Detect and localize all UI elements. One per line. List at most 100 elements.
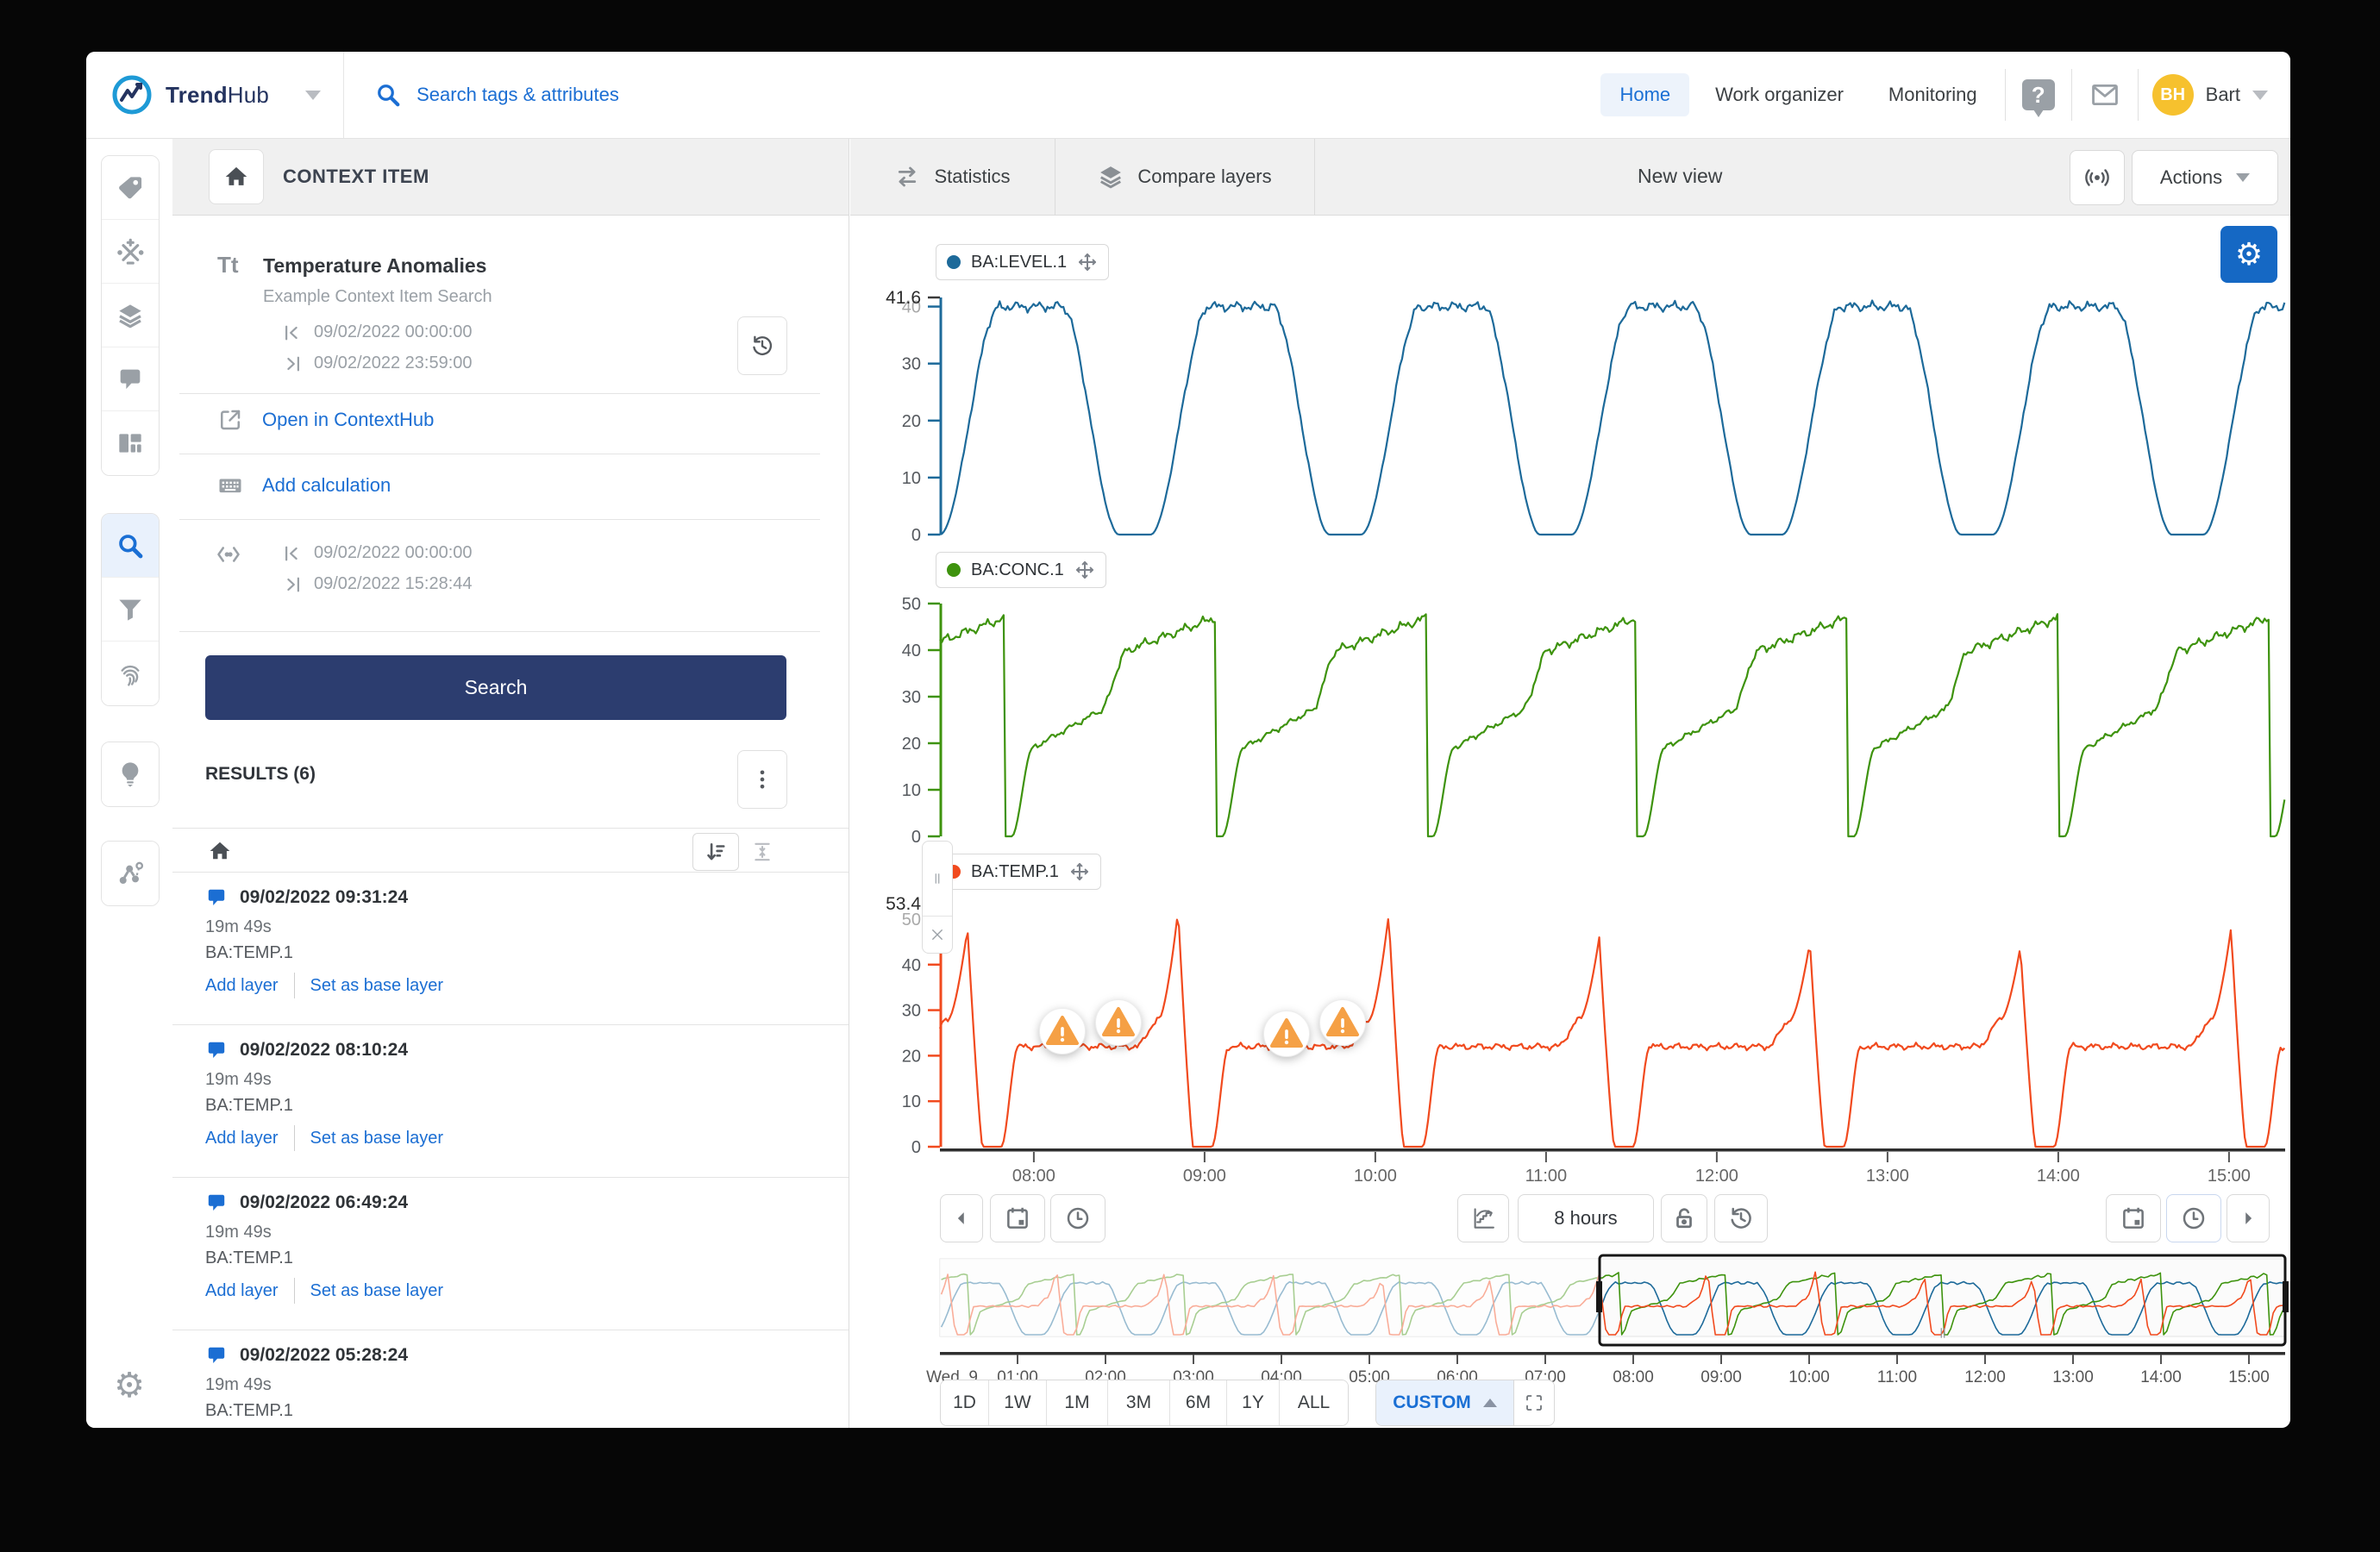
sort-button[interactable]: [692, 833, 739, 871]
rail-item-calculation[interactable]: [102, 220, 159, 284]
statistics-button[interactable]: Statistics: [850, 138, 1055, 215]
rail-item-layers[interactable]: [102, 284, 159, 347]
divider: [294, 973, 295, 998]
preset-1d[interactable]: 1D: [941, 1380, 989, 1425]
rail-item-tag[interactable]: [102, 156, 159, 220]
preset-1m[interactable]: 1M: [1047, 1380, 1108, 1425]
svg-text:50: 50: [902, 911, 921, 929]
preset-all[interactable]: ALL: [1280, 1380, 1348, 1425]
help-button[interactable]: ?: [2006, 52, 2071, 138]
svg-text:08:00: 08:00: [1613, 1368, 1654, 1386]
svg-text:10:00: 10:00: [1788, 1368, 1830, 1386]
screenshot-stage: TrendHub HomeWork organizerMonitoring ? …: [0, 0, 2380, 1552]
preset-6m[interactable]: 6M: [1170, 1380, 1227, 1425]
brush-drag-handle[interactable]: [1932, 1323, 1954, 1343]
settings-button[interactable]: ⚙: [101, 1355, 158, 1416]
icon-rail: ⚙: [86, 138, 172, 1428]
clock-end-button[interactable]: [2166, 1194, 2221, 1242]
result-item[interactable]: 09/02/2022 06:49:24 19m 49s BA:TEMP.1 Ad…: [172, 1178, 849, 1330]
rail-item-search[interactable]: [102, 514, 159, 578]
results-toolbar: [172, 828, 849, 873]
live-icon: [2083, 164, 2111, 191]
brand-logo[interactable]: TrendHub: [86, 73, 321, 116]
clock-start-button[interactable]: [1050, 1194, 1105, 1242]
series-chip-conc[interactable]: BA:CONC.1: [936, 552, 1106, 588]
rail-item-lightbulb[interactable]: [102, 742, 159, 806]
svg-text:13:00: 13:00: [2052, 1368, 2094, 1386]
calendar-end-button[interactable]: [2106, 1194, 2161, 1242]
preset-3m[interactable]: 3M: [1108, 1380, 1170, 1425]
svg-text:0: 0: [911, 1138, 921, 1157]
preset-1y[interactable]: 1Y: [1227, 1380, 1280, 1425]
set-base-layer-link[interactable]: Set as base layer: [310, 1281, 444, 1301]
preset-1w[interactable]: 1W: [989, 1380, 1047, 1425]
search-button[interactable]: Search: [205, 655, 786, 720]
add-layer-link[interactable]: Add layer: [205, 1129, 279, 1148]
compare-layers-button[interactable]: Compare layers: [1055, 138, 1315, 215]
rail-item-node-graph[interactable]: [102, 842, 159, 905]
brand-caret-icon[interactable]: [305, 91, 321, 100]
svg-text:11:00: 11:00: [1525, 1167, 1568, 1186]
add-layer-link[interactable]: Add layer: [205, 976, 279, 996]
item-history-button[interactable]: [737, 316, 787, 375]
pan-right-button[interactable]: [2227, 1194, 2270, 1242]
move-icon[interactable]: [1074, 560, 1095, 580]
warning-badge[interactable]: [1262, 1010, 1311, 1058]
set-base-layer-link[interactable]: Set as base layer: [310, 1129, 444, 1148]
search-input[interactable]: [415, 83, 901, 107]
nav-item-home[interactable]: Home: [1600, 73, 1689, 116]
add-calculation-link[interactable]: Add calculation: [217, 472, 391, 498]
svg-text:10:00: 10:00: [1354, 1167, 1397, 1186]
duration-label: 8 hours: [1554, 1207, 1617, 1230]
result-item[interactable]: 09/02/2022 08:10:24 19m 49s BA:TEMP.1 Ad…: [172, 1025, 849, 1178]
warning-badge[interactable]: [1038, 1007, 1087, 1055]
calendar-start-button[interactable]: [990, 1194, 1045, 1242]
svg-text:12:00: 12:00: [1695, 1167, 1738, 1186]
history-button[interactable]: [1714, 1194, 1768, 1242]
user-menu[interactable]: BH Bart: [2139, 74, 2290, 116]
avatar: BH: [2152, 74, 2194, 116]
comment-icon: [205, 1192, 228, 1214]
pan-left-button[interactable]: [940, 1194, 983, 1242]
mail-button[interactable]: [2072, 52, 2138, 138]
custom-range-button[interactable]: CUSTOM: [1376, 1380, 1514, 1425]
set-base-layer-link[interactable]: Set as base layer: [310, 976, 444, 996]
collapse-button[interactable]: [739, 833, 786, 871]
open-in-contexthub-link[interactable]: Open in ContextHub: [217, 407, 434, 433]
result-item[interactable]: 09/02/2022 05:28:24 19m 49s BA:TEMP.1 Ad…: [172, 1330, 849, 1428]
rail-item-fingerprint[interactable]: [102, 641, 159, 705]
gear-icon: ⚙: [114, 1366, 145, 1405]
chart-settings-button[interactable]: ⚙: [2220, 226, 2277, 283]
layers-icon: [1098, 164, 1124, 190]
drag-handle[interactable]: [923, 842, 952, 917]
move-icon[interactable]: [1069, 861, 1090, 882]
actions-button[interactable]: Actions: [2132, 150, 2278, 205]
divider: [179, 519, 820, 520]
warning-badge[interactable]: [1318, 998, 1367, 1047]
rail-item-filter[interactable]: [102, 578, 159, 641]
live-mode-button[interactable]: [2070, 150, 2125, 205]
result-item[interactable]: 09/02/2022 09:31:24 19m 49s BA:TEMP.1 Ad…: [172, 873, 849, 1025]
rail-item-dashboard[interactable]: [102, 411, 159, 475]
series-chip-temp[interactable]: BA:TEMP.1: [936, 854, 1101, 890]
series-chip-level[interactable]: BA:LEVEL.1: [936, 244, 1109, 280]
rail-item-comment[interactable]: [102, 347, 159, 411]
panel-close-button[interactable]: [923, 917, 952, 953]
duration-box[interactable]: 8 hours: [1518, 1194, 1654, 1242]
home-icon[interactable]: [209, 840, 231, 862]
panel-home-button[interactable]: [209, 149, 264, 204]
nav-item-monitoring[interactable]: Monitoring: [1870, 73, 1996, 116]
svg-text:12:00: 12:00: [1964, 1368, 2006, 1386]
add-layer-link[interactable]: Add layer: [205, 1281, 279, 1301]
chevron-left-icon: [952, 1209, 971, 1228]
fit-view-button[interactable]: [1514, 1380, 1554, 1425]
warning-icon: [1318, 998, 1367, 1047]
nav-item-work-organizer[interactable]: Work organizer: [1696, 73, 1863, 116]
scale-options-button[interactable]: [1457, 1194, 1509, 1242]
lock-duration-button[interactable]: [1661, 1194, 1707, 1242]
svg-text:13:00: 13:00: [1866, 1167, 1909, 1186]
results-menu-button[interactable]: [737, 750, 787, 809]
move-icon[interactable]: [1077, 252, 1098, 272]
warning-badge[interactable]: [1094, 998, 1143, 1047]
svg-text:53.4: 53.4: [886, 894, 921, 914]
